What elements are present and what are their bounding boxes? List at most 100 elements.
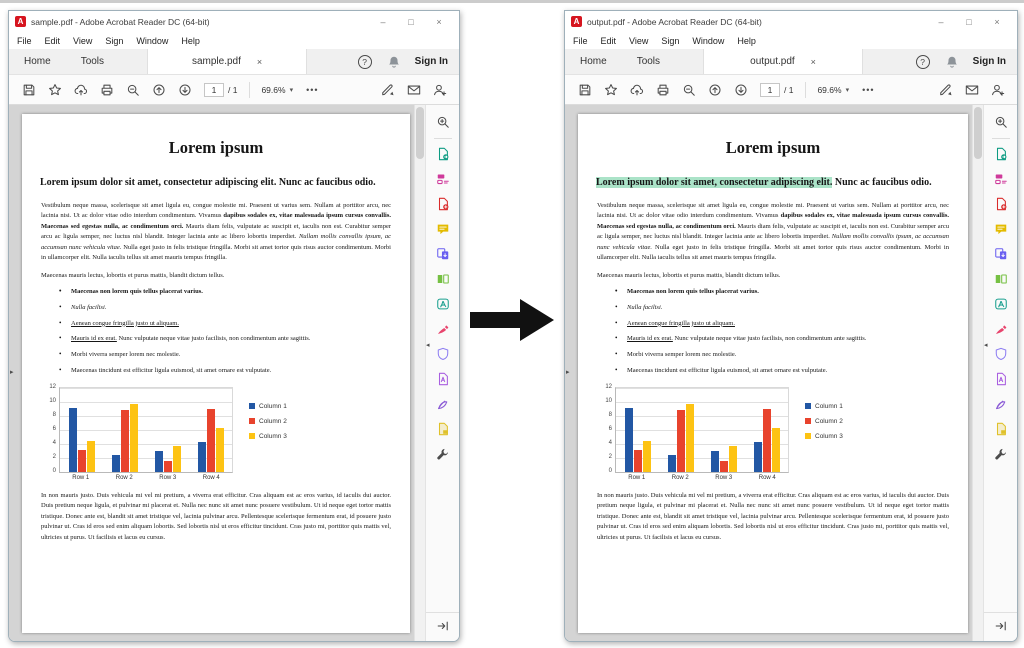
menu-help[interactable]: Help [737,36,756,46]
zoom-out-button[interactable] [677,79,700,100]
maximize-button[interactable]: □ [955,12,983,31]
share-person-button[interactable] [428,79,451,100]
organize-pages-icon[interactable] [431,267,455,291]
page-number-input[interactable]: 1 [760,83,780,97]
chevron-down-icon[interactable]: ▾ [846,86,850,94]
edit-pdf-icon[interactable] [431,167,455,191]
fill-sign-icon[interactable] [431,317,455,341]
stamp-icon[interactable] [431,417,455,441]
menu-sign[interactable]: Sign [105,36,123,46]
send-email-button[interactable] [402,79,425,100]
nav-pane-toggle-icon[interactable]: ▸ [10,368,14,376]
tab-close-icon[interactable]: × [811,57,816,67]
comment-icon[interactable] [431,217,455,241]
expand-pane-icon[interactable] [435,618,451,634]
menu-view[interactable]: View [629,36,648,46]
tab-document[interactable]: sample.pdf × [147,49,307,74]
certificates-icon[interactable] [989,392,1013,416]
sign-pen-button[interactable] [934,79,957,100]
tab-home[interactable]: Home [565,49,622,74]
menu-window[interactable]: Window [692,36,724,46]
combine-files-icon[interactable] [431,242,455,266]
tools-pane-toggle-icon[interactable]: ◂ [426,341,430,349]
more-options-button[interactable]: ••• [862,85,874,95]
tab-tools[interactable]: Tools [66,49,119,74]
more-options-button[interactable]: ••• [306,85,318,95]
scrollbar-thumb[interactable] [974,107,982,159]
tab-close-icon[interactable]: × [257,57,262,67]
create-pdf-icon[interactable] [431,192,455,216]
title-bar[interactable]: A sample.pdf - Adobe Acrobat Reader DC (… [9,11,459,32]
share-person-button[interactable] [986,79,1009,100]
vertical-scrollbar[interactable] [972,105,983,641]
help-icon[interactable]: ? [358,55,372,69]
notifications-bell-icon[interactable] [387,55,400,68]
minimize-button[interactable]: – [927,12,955,31]
close-button[interactable]: × [983,12,1011,31]
notifications-bell-icon[interactable] [945,55,958,68]
title-bar[interactable]: A output.pdf - Adobe Acrobat Reader DC (… [565,11,1017,32]
favorite-tools-button[interactable] [599,79,622,100]
share-cloud-button[interactable] [625,79,648,100]
menu-file[interactable]: File [573,36,588,46]
print-button[interactable] [651,79,674,100]
previous-page-button[interactable] [703,79,726,100]
vertical-scrollbar[interactable] [414,105,425,641]
search-plus-icon[interactable] [989,110,1013,134]
tab-home[interactable]: Home [9,49,66,74]
sign-in-button[interactable]: Sign In [415,56,448,67]
export-pdf-icon[interactable] [431,142,455,166]
maximize-button[interactable]: □ [397,12,425,31]
edit-pdf-icon[interactable] [989,167,1013,191]
scan-ocr-icon[interactable] [989,367,1013,391]
comment-icon[interactable] [989,217,1013,241]
next-page-button[interactable] [173,79,196,100]
save-button[interactable] [17,79,40,100]
send-email-button[interactable] [960,79,983,100]
sign-in-button[interactable]: Sign In [973,56,1006,67]
more-tools-icon[interactable] [989,442,1013,466]
scan-ocr-icon[interactable] [431,367,455,391]
save-button[interactable] [573,79,596,100]
menu-edit[interactable]: Edit [45,36,61,46]
organize-pages-icon[interactable] [989,267,1013,291]
zoom-out-button[interactable] [121,79,144,100]
tools-pane-toggle-icon[interactable]: ◂ [984,341,988,349]
protect-icon[interactable] [989,342,1013,366]
menu-view[interactable]: View [73,36,92,46]
tab-tools[interactable]: Tools [622,49,675,74]
protect-icon[interactable] [431,342,455,366]
expand-pane-icon[interactable] [993,618,1009,634]
menu-sign[interactable]: Sign [661,36,679,46]
print-button[interactable] [95,79,118,100]
chevron-down-icon[interactable]: ▾ [290,86,294,94]
export-pdf-icon[interactable] [989,142,1013,166]
menu-help[interactable]: Help [181,36,200,46]
search-plus-icon[interactable] [431,110,455,134]
zoom-control[interactable]: 69.6% ▾ [817,85,849,95]
close-button[interactable]: × [425,12,453,31]
zoom-control[interactable]: 69.6% ▾ [261,85,293,95]
acrobat-convert-icon[interactable] [431,292,455,316]
document-pane[interactable]: ▸ Lorem ipsum Lorem ipsum dolor sit amet… [9,105,414,641]
acrobat-convert-icon[interactable] [989,292,1013,316]
menu-window[interactable]: Window [136,36,168,46]
favorite-tools-button[interactable] [43,79,66,100]
certificates-icon[interactable] [431,392,455,416]
next-page-button[interactable] [729,79,752,100]
sign-pen-button[interactable] [376,79,399,100]
tab-document[interactable]: output.pdf × [703,49,863,74]
document-pane[interactable]: ▸ Lorem ipsum Lorem ipsum dolor sit amet… [565,105,972,641]
menu-edit[interactable]: Edit [601,36,617,46]
scrollbar-thumb[interactable] [416,107,424,159]
minimize-button[interactable]: – [369,12,397,31]
nav-pane-toggle-icon[interactable]: ▸ [566,368,570,376]
combine-files-icon[interactable] [989,242,1013,266]
create-pdf-icon[interactable] [989,192,1013,216]
share-cloud-button[interactable] [69,79,92,100]
fill-sign-icon[interactable] [989,317,1013,341]
previous-page-button[interactable] [147,79,170,100]
help-icon[interactable]: ? [916,55,930,69]
more-tools-icon[interactable] [431,442,455,466]
stamp-icon[interactable] [989,417,1013,441]
